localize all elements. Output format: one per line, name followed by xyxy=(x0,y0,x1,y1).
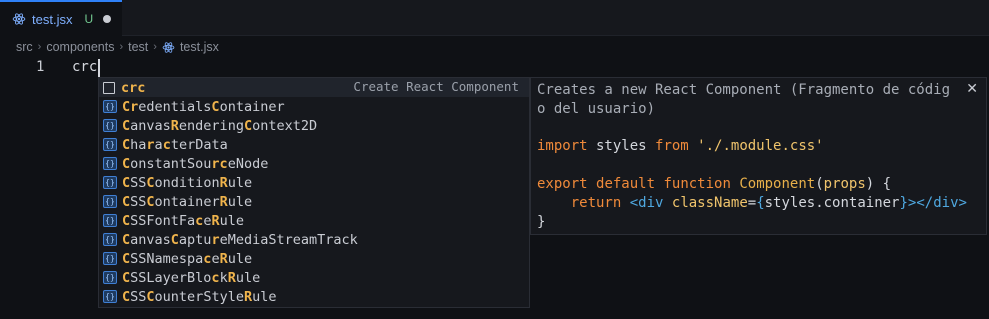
breadcrumb-item-test[interactable]: test xyxy=(128,40,148,54)
breadcrumb: src › components › test › test.jsx xyxy=(16,38,219,56)
suggestion-item[interactable]: {} ConstantSourceNode xyxy=(99,154,529,173)
suggestion-label: CSSFontFaceRule xyxy=(122,212,244,229)
suggestion-item[interactable]: {} CSSNamespaceRule xyxy=(99,249,529,268)
suggestion-item[interactable]: {} CredentialsContainer xyxy=(99,97,529,116)
close-icon[interactable]: ✕ xyxy=(966,81,978,97)
suggestion-item[interactable]: {} CSSFontFaceRule xyxy=(99,211,529,230)
class-icon: {} xyxy=(103,157,117,170)
snippet-code-line: import styles from './.module.css' xyxy=(537,138,824,154)
snippet-icon xyxy=(103,81,115,94)
suggestion-label: CSSConditionRule xyxy=(122,174,253,191)
suggestion-label: CSSLayerBlockRule xyxy=(122,269,261,286)
snippet-code-line: export default function Component(props)… xyxy=(537,176,892,192)
class-icon: {} xyxy=(103,233,117,246)
suggestion-label: CSSCounterStyleRule xyxy=(122,288,277,305)
breadcrumb-item-src[interactable]: src xyxy=(16,40,33,54)
class-icon: {} xyxy=(103,119,117,132)
suggestion-label: CSSNamespaceRule xyxy=(122,250,253,267)
suggestion-details-panel: Creates a new React Component (Fragmento… xyxy=(530,77,987,235)
class-icon: {} xyxy=(103,176,117,189)
chevron-right-icon: › xyxy=(153,41,157,53)
suggestion-label: CredentialsContainer xyxy=(122,98,285,115)
react-icon xyxy=(12,13,26,25)
snippet-code-line: return <div className={styles.container}… xyxy=(570,195,967,211)
suggestion-label: CSSContainerRule xyxy=(122,193,253,210)
tab-label: test.jsx xyxy=(32,11,73,27)
suggestion-label: ConstantSourceNode xyxy=(122,155,269,172)
class-icon: {} xyxy=(103,195,117,208)
text-cursor xyxy=(98,59,100,78)
snippet-code-line xyxy=(537,156,980,175)
suggestion-item[interactable]: {} CharacterData xyxy=(99,135,529,154)
suggestion-list: crc Create React Component {} CredentialsCo… xyxy=(98,77,530,308)
unsaved-dot-icon[interactable] xyxy=(103,15,112,23)
suggestion-item[interactable]: {} CanvasCaptureMediaStreamTrack xyxy=(99,230,529,249)
class-icon: {} xyxy=(103,214,117,227)
git-status-badge: U xyxy=(84,12,94,26)
suggestion-label: CharacterData xyxy=(122,136,228,153)
chevron-right-icon: › xyxy=(37,41,42,53)
class-icon: {} xyxy=(103,100,117,113)
breadcrumb-item-file[interactable]: test.jsx xyxy=(180,40,219,54)
suggestion-label: CanvasRenderingContext2D xyxy=(122,117,318,134)
class-icon: {} xyxy=(103,252,117,265)
snippet-code-line: } xyxy=(537,214,546,230)
suggestion-description: Creates a new React Component (Fragmento… xyxy=(537,82,951,117)
suggestion-item[interactable]: {} CSSLayerBlockRule xyxy=(99,268,529,287)
line-number: 1 xyxy=(36,59,45,75)
tab-test-jsx[interactable]: test.jsx U xyxy=(0,0,122,36)
suggestion-detail: Create React Component xyxy=(353,79,519,94)
code-line[interactable]: crc xyxy=(72,59,97,75)
breadcrumb-item-components[interactable]: components xyxy=(46,40,114,54)
suggestion-item[interactable]: crc Create React Component xyxy=(99,78,529,97)
chevron-right-icon: › xyxy=(119,41,124,53)
react-icon xyxy=(162,41,175,53)
suggestion-item[interactable]: {} CSSCounterStyleRule xyxy=(99,287,529,306)
class-icon: {} xyxy=(103,138,117,151)
suggestion-label: CanvasCaptureMediaStreamTrack xyxy=(122,231,358,248)
suggestion-item[interactable]: {} CSSContainerRule xyxy=(99,192,529,211)
suggestion-item[interactable]: {} CanvasRenderingContext2D xyxy=(99,116,529,135)
tab-bar: test.jsx U xyxy=(0,0,989,36)
suggestion-label: crc xyxy=(121,79,146,96)
snippet-preview: import styles from './.module.css' expor… xyxy=(537,137,980,232)
class-icon: {} xyxy=(103,271,117,284)
suggestion-item[interactable]: {} CSSConditionRule xyxy=(99,173,529,192)
class-icon: {} xyxy=(103,290,117,303)
